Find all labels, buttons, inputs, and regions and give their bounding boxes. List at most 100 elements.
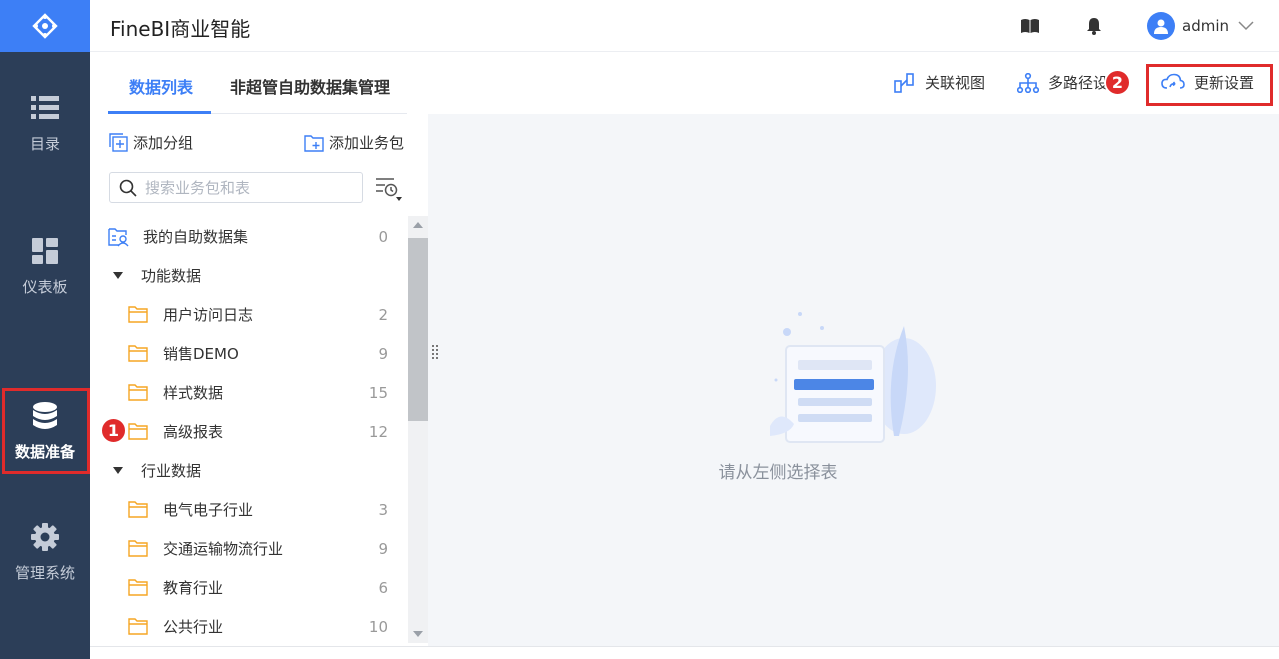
tree-item-folder[interactable]: 公共行业 10: [108, 607, 406, 646]
item-count: 12: [368, 422, 388, 441]
tree-item-folder[interactable]: 交通运输物流行业 9: [108, 529, 406, 568]
folder-icon: [128, 501, 148, 518]
tree-item-folder[interactable]: 销售DEMO 9: [108, 334, 406, 373]
relation-icon: [894, 72, 914, 93]
tab-bar: 数据列表 非超管自助数据集管理 关联视图 多路径设 更新设置: [90, 52, 1279, 114]
chevron-down-icon: [1238, 21, 1254, 31]
tree-item-label: 我的自助数据集: [143, 228, 249, 246]
folder-icon: [128, 423, 148, 440]
database-icon: [30, 401, 60, 431]
book-icon[interactable]: [1020, 16, 1040, 36]
multi-path-button[interactable]: 多路径设: [1017, 72, 1108, 93]
item-count: 6: [378, 578, 388, 597]
rail-label: 数据准备: [14, 442, 75, 461]
rail-label: 目录: [29, 134, 60, 153]
tree-item-label: 用户访问日志: [163, 306, 254, 324]
caret-down-icon: [113, 466, 123, 474]
item-count: 0: [378, 227, 388, 246]
rail-item-dashboard[interactable]: 仪表板: [0, 223, 90, 309]
folder-icon: [128, 345, 148, 362]
tab-non-admin-datasets[interactable]: 非超管自助数据集管理: [230, 74, 390, 98]
item-count: 9: [378, 539, 388, 558]
tree-item-folder[interactable]: 电气电子行业 3: [108, 490, 406, 529]
item-count: 2: [378, 305, 388, 324]
scroll-down-arrow-icon[interactable]: [413, 631, 423, 637]
multi-path-label: 多路径设: [1048, 74, 1109, 92]
tree-item-label: 教育行业: [163, 579, 224, 597]
panel-resize-handle[interactable]: [432, 345, 438, 361]
empty-state-text: 请从左侧选择表: [718, 463, 838, 483]
relation-view-button[interactable]: 关联视图: [894, 72, 985, 93]
tree-item-label: 样式数据: [163, 384, 224, 402]
search-input[interactable]: [145, 178, 355, 197]
rail-item-catalog[interactable]: 目录: [0, 80, 90, 166]
tree-item-label: 高级报表: [163, 423, 224, 441]
data-list-panel: 添加分组 添加业务包 我的自助数据集 0 功能数据 用户访问日志 2: [108, 114, 408, 659]
group-label: 行业数据: [141, 462, 202, 480]
user-menu[interactable]: admin: [1147, 12, 1254, 40]
folder-icon: [128, 579, 148, 596]
username: admin: [1182, 17, 1229, 35]
add-package-button[interactable]: 添加业务包: [304, 132, 404, 153]
rail-item-admin[interactable]: 管理系统: [0, 509, 90, 595]
scroll-up-arrow-icon[interactable]: [413, 222, 423, 228]
footer-strip: [90, 646, 1279, 659]
folder-icon: [128, 618, 148, 635]
tree-item-label: 交通运输物流行业: [163, 540, 284, 558]
rail-label: 管理系统: [14, 563, 75, 582]
tree-item-folder[interactable]: 样式数据 15: [108, 373, 406, 412]
search-icon: [119, 179, 137, 197]
item-count: 3: [378, 500, 388, 519]
tree-item-folder[interactable]: 教育行业 6: [108, 568, 406, 607]
my-dataset-icon: [108, 227, 129, 246]
folder-icon: [128, 384, 148, 401]
item-count: 15: [368, 383, 388, 402]
item-count: 9: [378, 344, 388, 363]
update-settings-button[interactable]: 更新设置: [1161, 72, 1254, 93]
add-group-label: 添加分组: [133, 134, 194, 152]
hierarchy-icon: [1017, 72, 1039, 93]
folder-icon: [128, 306, 148, 323]
tree-item-folder[interactable]: 用户访问日志 2: [108, 295, 406, 334]
update-settings-label: 更新设置: [1194, 74, 1255, 92]
logo-icon: [32, 13, 58, 39]
top-bar: FineBI商业智能 admin: [90, 0, 1279, 52]
folder-icon: [128, 540, 148, 557]
left-rail: 目录 仪表板 数据准备 管理系统: [0, 0, 90, 659]
item-count: 10: [368, 617, 388, 636]
add-package-label: 添加业务包: [329, 134, 405, 152]
tab-data-list[interactable]: 数据列表: [129, 74, 193, 98]
bell-icon[interactable]: [1084, 16, 1104, 36]
table-detail-area: 请从左侧选择表: [428, 114, 1279, 646]
filter-time-icon: [376, 178, 402, 201]
rail-item-data-prep[interactable]: 数据准备: [0, 388, 90, 474]
gear-icon: [30, 522, 60, 552]
add-group-icon: [109, 133, 128, 152]
group-row-industry[interactable]: 行业数据: [108, 451, 406, 490]
my-dataset-row[interactable]: 我的自助数据集 0: [108, 217, 406, 256]
empty-state-illustration: [770, 312, 936, 443]
group-label: 功能数据: [141, 267, 202, 285]
add-package-icon: [304, 134, 324, 152]
group-row-functional[interactable]: 功能数据: [108, 256, 406, 295]
tree-item-folder[interactable]: 高级报表 12: [108, 412, 406, 451]
caret-down-icon: [113, 271, 123, 279]
avatar: [1147, 12, 1175, 40]
rail-label: 仪表板: [22, 277, 68, 296]
cloud-refresh-icon: [1161, 73, 1185, 89]
tree-item-label: 销售DEMO: [163, 345, 239, 363]
app-logo[interactable]: [0, 0, 90, 52]
tree-item-label: 电气电子行业: [163, 501, 254, 519]
app-title: FineBI商业智能: [110, 17, 251, 41]
scroll-thumb[interactable]: [408, 238, 428, 421]
tree-scrollbar[interactable]: [408, 216, 428, 643]
list-icon: [30, 93, 60, 123]
relation-view-label: 关联视图: [925, 74, 986, 92]
filter-sort-button[interactable]: [375, 176, 403, 202]
annotation-badge-1: 1: [100, 417, 127, 444]
tree-item-label: 公共行业: [163, 618, 224, 636]
dashboard-icon: [30, 236, 60, 266]
search-box[interactable]: [109, 172, 363, 203]
annotation-badge-2: 2: [1104, 69, 1131, 96]
add-group-button[interactable]: 添加分组: [109, 132, 193, 153]
